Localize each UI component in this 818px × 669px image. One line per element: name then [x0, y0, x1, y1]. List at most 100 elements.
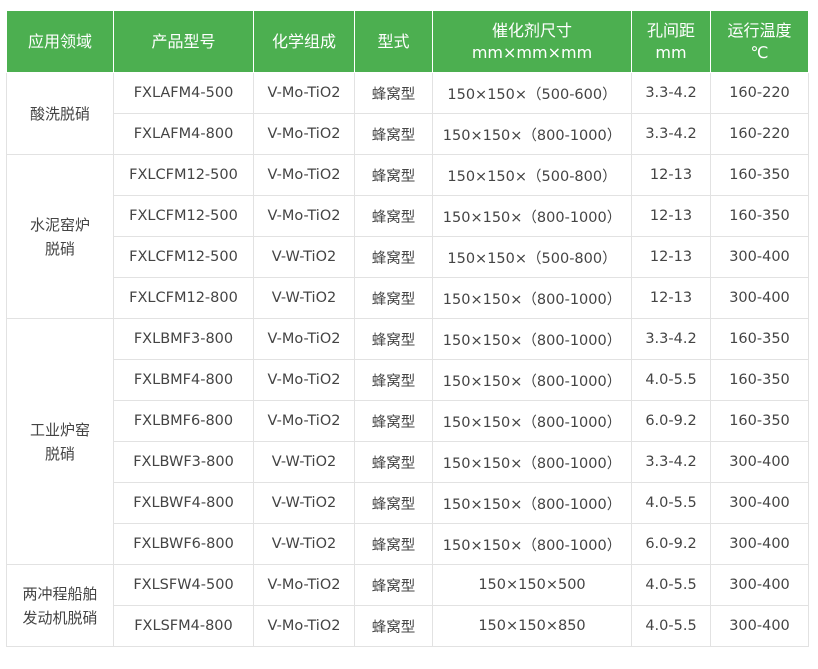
header-text: 应用领域: [27, 31, 92, 51]
cell-composition: V-W-TiO2: [253, 277, 355, 319]
cell-temperature: 300-400: [710, 441, 809, 483]
cell-size: 150×150×500: [432, 564, 632, 606]
cell-size: 150×150×（800-1000）: [432, 523, 632, 565]
cell-model: FXLAFM4-500: [113, 72, 254, 114]
cell-pitch: 12-13: [631, 277, 711, 319]
cell-temperature: 160-350: [710, 195, 809, 237]
header-application: 应用领域: [6, 10, 114, 73]
cell-type: 蜂窝型: [354, 441, 433, 483]
cell-temperature: 160-350: [710, 318, 809, 360]
cell-composition: V-Mo-TiO2: [253, 564, 355, 606]
cell-temperature: 300-400: [710, 523, 809, 565]
header-model: 产品型号: [113, 10, 254, 73]
cell-model: FXLCFM12-500: [113, 154, 254, 196]
cell-model: FXLBWF6-800: [113, 523, 254, 565]
application-category: 水泥窑炉 脱硝: [6, 154, 114, 319]
cell-model: FXLAFM4-800: [113, 113, 254, 155]
cell-temperature: 160-350: [710, 154, 809, 196]
cell-pitch: 12-13: [631, 154, 711, 196]
category-text: 工业炉窑: [29, 420, 90, 439]
header-text: mm×mm×mm: [471, 42, 593, 62]
cell-type: 蜂窝型: [354, 318, 433, 360]
header-row: 应用领域 产品型号 化学组成 型式 催化剂尺寸 mm×mm×mm 孔间距 mm 运行温度 ℃: [6, 10, 809, 73]
cell-temperature: 300-400: [710, 564, 809, 606]
cell-pitch: 4.0-5.5: [631, 564, 711, 606]
cell-size: 150×150×850: [432, 605, 632, 647]
cell-type: 蜂窝型: [354, 564, 433, 606]
cell-model: FXLBWF3-800: [113, 441, 254, 483]
table-row: 水泥窑炉 脱硝 FXLCFM12-500 V-Mo-TiO2 蜂窝型 150×150×（5…: [6, 154, 809, 319]
cell-temperature: 300-400: [710, 605, 809, 647]
cell-pitch: 3.3-4.2: [631, 72, 711, 114]
cell-pitch: 4.0-5.5: [631, 605, 711, 647]
table-row: 工业炉窑 脱硝 FXLBMF3-800 V-Mo-TiO2 蜂窝型 150×150×（80…: [6, 318, 809, 565]
table-row: FXLAFM4-800 V-Mo-TiO2 蜂窝型 150×150×（800-1000…: [7, 113, 809, 155]
header-text: 催化剂尺寸: [491, 20, 572, 40]
category-text: 脱硝: [44, 444, 75, 463]
table-row: FXLSFM4-800 V-Mo-TiO2 蜂窝型 150×150×850 4.0-5.…: [7, 605, 809, 647]
cell-type: 蜂窝型: [354, 482, 433, 524]
table-row: 两冲程船舶 发动机脱硝 FXLSFW4-500 V-Mo-TiO2 蜂窝型 150×150…: [6, 564, 809, 647]
cell-pitch: 3.3-4.2: [631, 441, 711, 483]
cell-size: 150×150×（800-1000）: [432, 318, 632, 360]
cell-pitch: 6.0-9.2: [631, 523, 711, 565]
cell-type: 蜂窝型: [354, 277, 433, 319]
category-text: 酸洗脱硝: [29, 104, 90, 123]
cell-type: 蜂窝型: [354, 523, 433, 565]
cell-model: FXLBWF4-800: [113, 482, 254, 524]
cell-pitch: 12-13: [631, 236, 711, 278]
cell-temperature: 160-220: [710, 113, 809, 155]
cell-size: 150×150×（800-1000）: [432, 113, 632, 155]
cell-pitch: 6.0-9.2: [631, 400, 711, 442]
table-row: FXLBWF6-800 V-W-TiO2 蜂窝型 150×150×（800-1000）…: [7, 523, 809, 565]
cell-model: FXLSFW4-500: [113, 564, 254, 606]
header-type: 型式: [354, 10, 433, 73]
table-row: FXLCFM12-500 V-W-TiO2 蜂窝型 150×150×（500-800）…: [7, 236, 809, 278]
header-text: 孔间距: [646, 20, 695, 40]
cell-model: FXLSFM4-800: [113, 605, 254, 647]
cell-type: 蜂窝型: [354, 154, 433, 196]
product-table-container: 应用领域 产品型号 化学组成 型式 催化剂尺寸 mm×mm×mm 孔间距 mm 运行温度 ℃ 酸洗…: [6, 10, 809, 647]
cell-composition: V-W-TiO2: [253, 441, 355, 483]
cell-composition: V-Mo-TiO2: [253, 318, 355, 360]
header-text: 产品型号: [151, 31, 216, 51]
header-temperature: 运行温度 ℃: [710, 10, 809, 73]
table-body: 酸洗脱硝 FXLAFM4-500 V-Mo-TiO2 蜂窝型 150×150×（500-…: [6, 72, 809, 647]
cell-size: 150×150×（800-1000）: [432, 400, 632, 442]
header-text: 化学组成: [271, 31, 336, 51]
table-row: FXLBMF4-800 V-Mo-TiO2 蜂窝型 150×150×（800-1000…: [7, 359, 809, 401]
cell-composition: V-Mo-TiO2: [253, 154, 355, 196]
table-row: FXLCFM12-800 V-W-TiO2 蜂窝型 150×150×（800-1000…: [7, 277, 809, 319]
cell-model: FXLCFM12-800: [113, 277, 254, 319]
table-header: 应用领域 产品型号 化学组成 型式 催化剂尺寸 mm×mm×mm 孔间距 mm 运行温度 ℃: [6, 10, 809, 73]
cell-pitch: 12-13: [631, 195, 711, 237]
cell-composition: V-W-TiO2: [253, 236, 355, 278]
cell-temperature: 160-350: [710, 400, 809, 442]
cell-model: FXLCFM12-500: [113, 236, 254, 278]
table-row: 酸洗脱硝 FXLAFM4-500 V-Mo-TiO2 蜂窝型 150×150×（500-…: [6, 72, 809, 155]
header-composition: 化学组成: [253, 10, 355, 73]
cell-composition: V-Mo-TiO2: [253, 359, 355, 401]
table-row: FXLBMF6-800 V-Mo-TiO2 蜂窝型 150×150×（800-1000…: [7, 400, 809, 442]
cell-type: 蜂窝型: [354, 72, 433, 114]
header-size: 催化剂尺寸 mm×mm×mm: [432, 10, 632, 73]
cell-temperature: 300-400: [710, 482, 809, 524]
cell-composition: V-Mo-TiO2: [253, 72, 355, 114]
cell-composition: V-Mo-TiO2: [253, 195, 355, 237]
cell-type: 蜂窝型: [354, 236, 433, 278]
cell-type: 蜂窝型: [354, 359, 433, 401]
cell-type: 蜂窝型: [354, 113, 433, 155]
table-row: FXLBWF3-800 V-W-TiO2 蜂窝型 150×150×（800-1000）…: [7, 441, 809, 483]
category-text: 水泥窑炉: [29, 215, 90, 234]
cell-model: FXLBMF3-800: [113, 318, 254, 360]
cell-temperature: 300-400: [710, 236, 809, 278]
category-text: 发动机脱硝: [22, 608, 98, 627]
cell-size: 150×150×（800-1000）: [432, 441, 632, 483]
application-category: 酸洗脱硝: [6, 72, 114, 155]
cell-size: 150×150×（800-1000）: [432, 195, 632, 237]
cell-size: 150×150×（500-800）: [432, 154, 632, 196]
cell-size: 150×150×（800-1000）: [432, 359, 632, 401]
table-row: FXLCFM12-500 V-Mo-TiO2 蜂窝型 150×150×（800-100…: [7, 195, 809, 237]
cell-pitch: 3.3-4.2: [631, 113, 711, 155]
cell-composition: V-W-TiO2: [253, 482, 355, 524]
